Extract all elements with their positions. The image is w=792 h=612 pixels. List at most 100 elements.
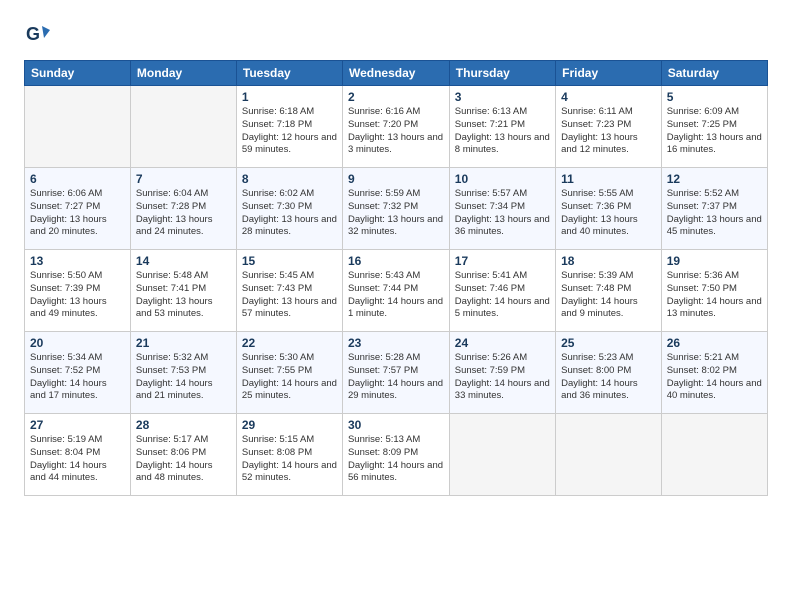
day-number: 7 [136,172,231,186]
calendar-cell: 5 Sunrise: 6:09 AM Sunset: 7:25 PM Daylig… [661,86,767,168]
day-number: 22 [242,336,337,350]
day-number: 28 [136,418,231,432]
day-info: Sunrise: 6:16 AM Sunset: 7:20 PM Dayligh… [348,106,444,157]
weekday-header-thursday: Thursday [449,61,555,86]
day-info: Sunrise: 5:15 AM Sunset: 8:08 PM Dayligh… [242,434,337,485]
calendar-cell: 17 Sunrise: 5:41 AM Sunset: 7:46 PM Dayli… [449,250,555,332]
calendar-cell: 24 Sunrise: 5:26 AM Sunset: 7:59 PM Dayli… [449,332,555,414]
day-number: 16 [348,254,444,268]
day-info: Sunrise: 5:41 AM Sunset: 7:46 PM Dayligh… [455,270,550,321]
day-number: 20 [30,336,125,350]
day-info: Sunrise: 6:06 AM Sunset: 7:27 PM Dayligh… [30,188,125,239]
calendar-cell: 12 Sunrise: 5:52 AM Sunset: 7:37 PM Dayli… [661,168,767,250]
day-info: Sunrise: 6:13 AM Sunset: 7:21 PM Dayligh… [455,106,550,157]
calendar-cell: 20 Sunrise: 5:34 AM Sunset: 7:52 PM Dayli… [25,332,131,414]
day-number: 25 [561,336,656,350]
calendar-cell: 30Sunrise: 5:13 AM Sunset: 8:09 PM Dayli… [342,414,449,496]
day-info: Sunrise: 5:17 AM Sunset: 8:06 PM Dayligh… [136,434,231,485]
day-number: 12 [667,172,762,186]
day-info: Sunrise: 6:02 AM Sunset: 7:30 PM Dayligh… [242,188,337,239]
day-info: Sunrise: 5:26 AM Sunset: 7:59 PM Dayligh… [455,352,550,403]
day-number: 30 [348,418,444,432]
day-number: 8 [242,172,337,186]
calendar-cell: 25 Sunrise: 5:23 AM Sunset: 8:00 PM Dayli… [556,332,662,414]
calendar-cell: 16 Sunrise: 5:43 AM Sunset: 7:44 PM Dayli… [342,250,449,332]
logo: G [24,20,56,48]
day-number: 14 [136,254,231,268]
day-number: 18 [561,254,656,268]
day-info: Sunrise: 6:11 AM Sunset: 7:23 PM Dayligh… [561,106,656,157]
calendar-cell: 8 Sunrise: 6:02 AM Sunset: 7:30 PM Daylig… [236,168,342,250]
day-info: Sunrise: 5:52 AM Sunset: 7:37 PM Dayligh… [667,188,762,239]
calendar-cell: 29 Sunrise: 5:15 AM Sunset: 8:08 PM Dayli… [236,414,342,496]
day-info: Sunrise: 6:04 AM Sunset: 7:28 PM Dayligh… [136,188,231,239]
calendar-week-row: 13Sunrise: 5:50 AM Sunset: 7:39 PM Dayli… [25,250,768,332]
weekday-header-sunday: Sunday [25,61,131,86]
day-number: 2 [348,90,444,104]
calendar-week-row: 20 Sunrise: 5:34 AM Sunset: 7:52 PM Dayli… [25,332,768,414]
day-number: 11 [561,172,656,186]
day-info: Sunrise: 5:34 AM Sunset: 7:52 PM Dayligh… [30,352,125,403]
calendar-cell: 14 Sunrise: 5:48 AM Sunset: 7:41 PM Dayli… [130,250,236,332]
day-number: 15 [242,254,337,268]
day-info: Sunrise: 5:21 AM Sunset: 8:02 PM Dayligh… [667,352,762,403]
calendar-week-row: 6 Sunrise: 6:06 AM Sunset: 7:27 PM Daylig… [25,168,768,250]
calendar-cell: 21 Sunrise: 5:32 AM Sunset: 7:53 PM Dayli… [130,332,236,414]
calendar-cell [25,86,131,168]
calendar-cell: 3 Sunrise: 6:13 AM Sunset: 7:21 PM Daylig… [449,86,555,168]
calendar-cell [661,414,767,496]
weekday-header-wednesday: Wednesday [342,61,449,86]
day-number: 3 [455,90,550,104]
calendar-cell: 10Sunrise: 5:57 AM Sunset: 7:34 PM Dayli… [449,168,555,250]
calendar-cell: 2 Sunrise: 6:16 AM Sunset: 7:20 PM Daylig… [342,86,449,168]
day-number: 17 [455,254,550,268]
calendar-cell: 6 Sunrise: 6:06 AM Sunset: 7:27 PM Daylig… [25,168,131,250]
day-info: Sunrise: 5:57 AM Sunset: 7:34 PM Dayligh… [455,188,550,239]
calendar: SundayMondayTuesdayWednesdayThursdayFrid… [24,60,768,496]
calendar-cell: 15 Sunrise: 5:45 AM Sunset: 7:43 PM Dayli… [236,250,342,332]
day-info: Sunrise: 5:23 AM Sunset: 8:00 PM Dayligh… [561,352,656,403]
day-number: 1 [242,90,337,104]
day-number: 24 [455,336,550,350]
calendar-week-row: 1 Sunrise: 6:18 AM Sunset: 7:18 PM Daylig… [25,86,768,168]
calendar-cell: 19 Sunrise: 5:36 AM Sunset: 7:50 PM Dayli… [661,250,767,332]
calendar-cell: 22 Sunrise: 5:30 AM Sunset: 7:55 PM Dayli… [236,332,342,414]
day-number: 26 [667,336,762,350]
day-info: Sunrise: 5:32 AM Sunset: 7:53 PM Dayligh… [136,352,231,403]
calendar-cell: 7 Sunrise: 6:04 AM Sunset: 7:28 PM Daylig… [130,168,236,250]
day-info: Sunrise: 5:30 AM Sunset: 7:55 PM Dayligh… [242,352,337,403]
day-info: Sunrise: 5:19 AM Sunset: 8:04 PM Dayligh… [30,434,125,485]
calendar-cell: 9Sunrise: 5:59 AM Sunset: 7:32 PM Daylig… [342,168,449,250]
calendar-cell: 1 Sunrise: 6:18 AM Sunset: 7:18 PM Daylig… [236,86,342,168]
day-info: Sunrise: 6:18 AM Sunset: 7:18 PM Dayligh… [242,106,337,157]
calendar-cell: 27Sunrise: 5:19 AM Sunset: 8:04 PM Dayli… [25,414,131,496]
day-info: Sunrise: 6:09 AM Sunset: 7:25 PM Dayligh… [667,106,762,157]
day-number: 5 [667,90,762,104]
day-number: 4 [561,90,656,104]
day-info: Sunrise: 5:36 AM Sunset: 7:50 PM Dayligh… [667,270,762,321]
weekday-header-saturday: Saturday [661,61,767,86]
calendar-week-row: 27Sunrise: 5:19 AM Sunset: 8:04 PM Dayli… [25,414,768,496]
day-number: 29 [242,418,337,432]
svg-text:G: G [26,24,40,44]
calendar-cell [556,414,662,496]
calendar-cell: 26 Sunrise: 5:21 AM Sunset: 8:02 PM Dayli… [661,332,767,414]
day-info: Sunrise: 5:28 AM Sunset: 7:57 PM Dayligh… [348,352,444,403]
weekday-header-tuesday: Tuesday [236,61,342,86]
calendar-cell: 13Sunrise: 5:50 AM Sunset: 7:39 PM Dayli… [25,250,131,332]
day-info: Sunrise: 5:43 AM Sunset: 7:44 PM Dayligh… [348,270,444,321]
calendar-cell: 23Sunrise: 5:28 AM Sunset: 7:57 PM Dayli… [342,332,449,414]
day-info: Sunrise: 5:50 AM Sunset: 7:39 PM Dayligh… [30,270,125,321]
day-info: Sunrise: 5:45 AM Sunset: 7:43 PM Dayligh… [242,270,337,321]
logo-icon: G [24,20,52,48]
page: G SundayMondayTuesdayWednesdayThursdayFr… [0,0,792,516]
day-number: 6 [30,172,125,186]
day-number: 21 [136,336,231,350]
calendar-cell: 28 Sunrise: 5:17 AM Sunset: 8:06 PM Dayli… [130,414,236,496]
day-info: Sunrise: 5:59 AM Sunset: 7:32 PM Dayligh… [348,188,444,239]
calendar-cell: 18 Sunrise: 5:39 AM Sunset: 7:48 PM Dayli… [556,250,662,332]
calendar-cell [130,86,236,168]
day-number: 19 [667,254,762,268]
day-info: Sunrise: 5:39 AM Sunset: 7:48 PM Dayligh… [561,270,656,321]
day-info: Sunrise: 5:48 AM Sunset: 7:41 PM Dayligh… [136,270,231,321]
